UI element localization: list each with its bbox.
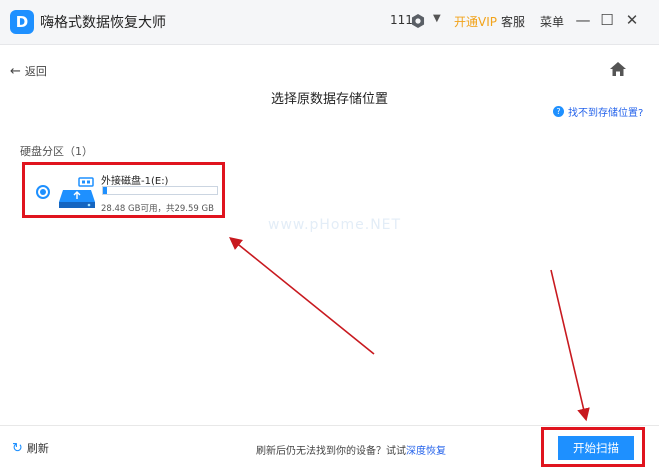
chevron-down-icon[interactable]: ▼ — [433, 13, 441, 24]
refresh-icon: ↻ — [12, 440, 23, 456]
gear-icon[interactable] — [411, 14, 425, 28]
deep-recovery-link[interactable]: 深度恢复 — [406, 446, 446, 457]
section-label: 硬盘分区（1） — [20, 145, 93, 158]
app-logo-icon: D — [10, 10, 34, 34]
menu-button[interactable]: 菜单 — [540, 13, 564, 30]
annotation-arrows — [229, 236, 590, 422]
refresh-label: 刷新 — [26, 442, 49, 455]
close-button[interactable]: ✕ — [624, 10, 640, 30]
back-label: 返回 — [24, 65, 47, 78]
annotation-arrow-1 — [229, 236, 375, 355]
start-scan-highlight: 开始扫描 — [541, 427, 645, 467]
help-link-label: 找不到存储位置? — [568, 108, 644, 119]
watermark: www.pHome.NET — [268, 217, 402, 233]
annotation-arrow-2 — [550, 269, 590, 422]
home-icon[interactable] — [609, 60, 627, 78]
disk-name: 外接磁盘-1(E:) — [101, 176, 169, 187]
help-icon: ? — [553, 106, 564, 117]
vip-button[interactable]: 开通VIP — [454, 13, 497, 30]
footer-hint-text: 刷新后仍无法找到你的设备？试试 — [256, 446, 406, 457]
disk-size: 28.48 GB可用，共29.59 GB — [101, 204, 214, 214]
user-id[interactable]: 111 — [390, 13, 413, 27]
back-button[interactable]: ← 返回 — [10, 63, 47, 79]
disk-usage-bar — [102, 186, 218, 195]
back-arrow-icon: ← — [10, 64, 21, 79]
usb-drive-icon — [59, 177, 95, 208]
refresh-button[interactable]: ↻ 刷新 — [12, 440, 49, 456]
title-bar: D 嗨格式数据恢复大师 111 ▼ 开通VIP 客服 菜单 — ☐ ✕ — [0, 0, 659, 45]
help-link[interactable]: ? 找不到存储位置? — [553, 104, 643, 119]
disk-card[interactable]: 外接磁盘-1(E:) 28.48 GB可用，共29.59 GB — [22, 162, 225, 218]
disk-usage-fill — [103, 187, 108, 194]
app-title: 嗨格式数据恢复大师 — [40, 15, 166, 31]
start-scan-button[interactable]: 开始扫描 — [558, 436, 634, 460]
support-button[interactable]: 客服 — [501, 13, 525, 30]
minimize-button[interactable]: — — [575, 10, 591, 30]
footer-hint: 刷新后仍无法找到你的设备？试试深度恢复 — [256, 442, 446, 457]
disk-radio[interactable] — [36, 185, 50, 199]
maximize-button[interactable]: ☐ — [599, 10, 615, 30]
